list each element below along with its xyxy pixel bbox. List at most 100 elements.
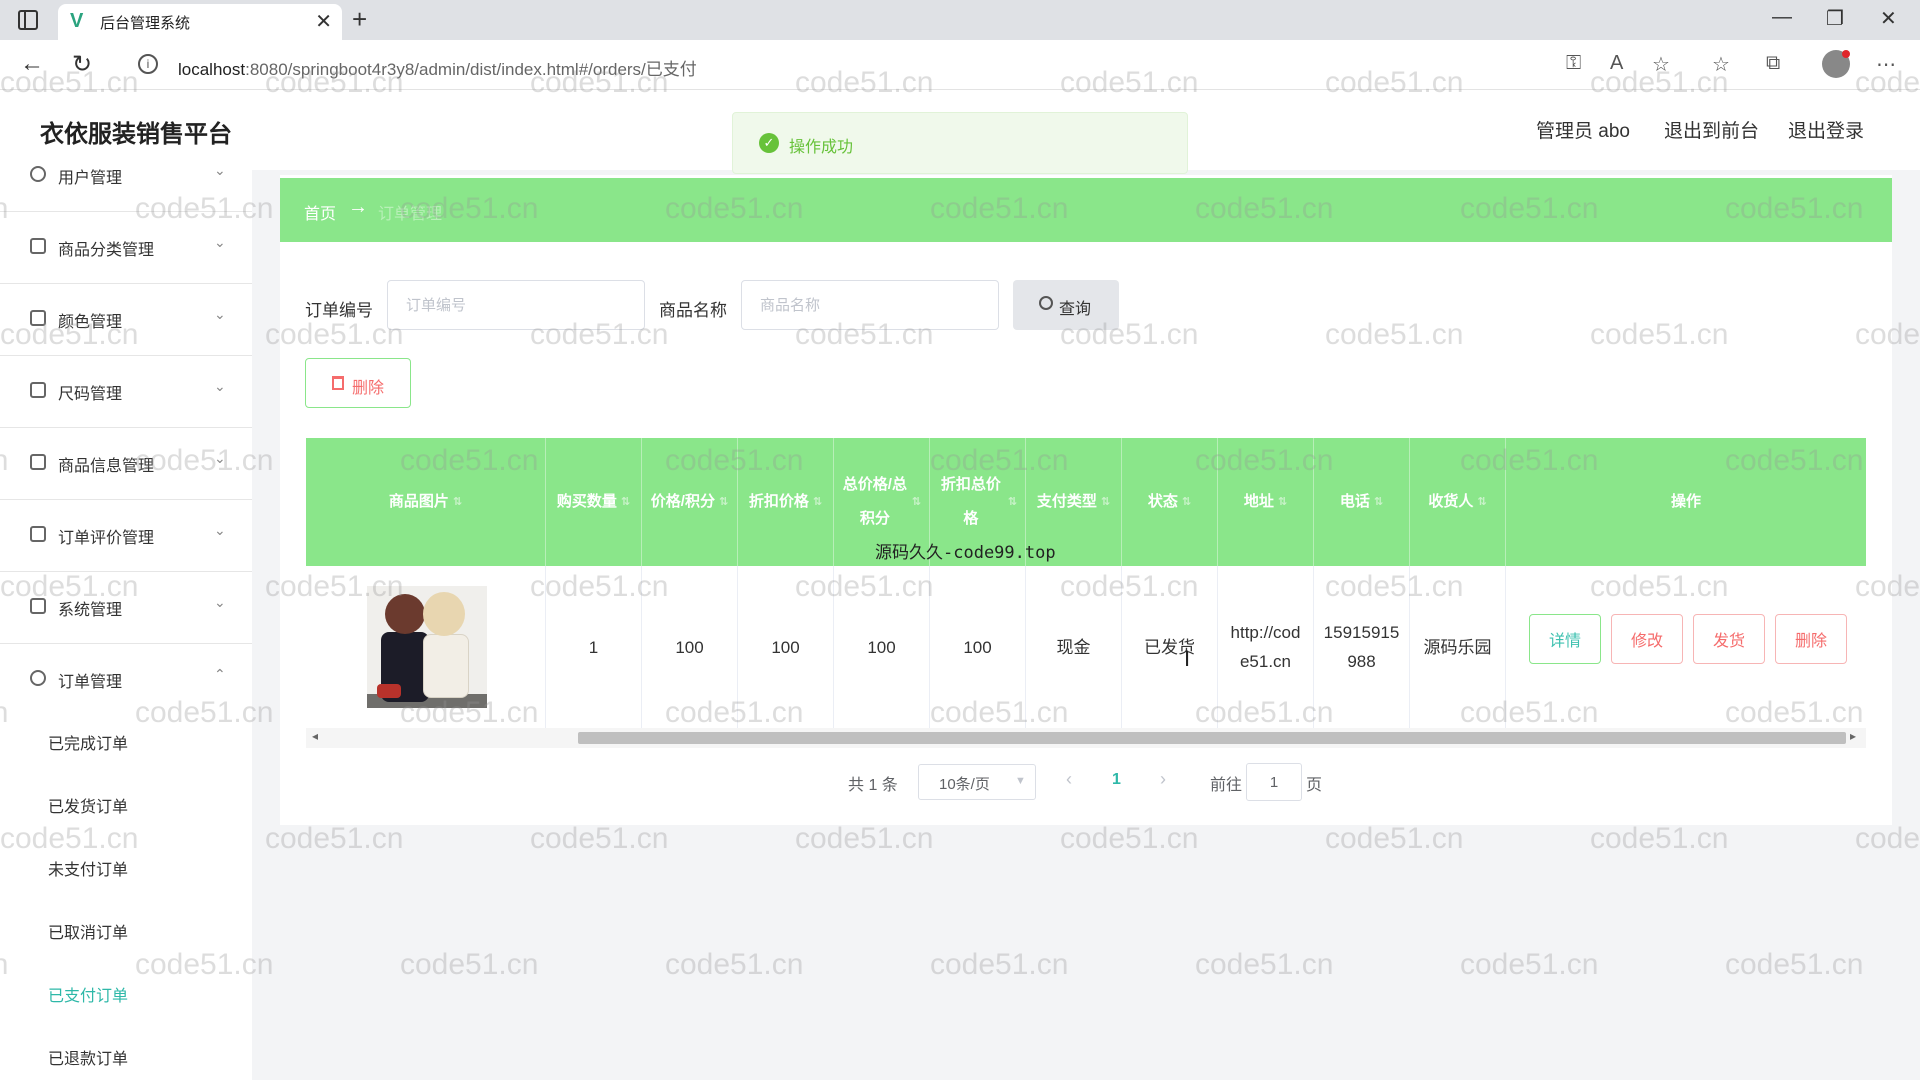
logout-link[interactable]: 退出登录 xyxy=(1788,116,1864,143)
prev-page-icon[interactable]: ‹ xyxy=(1066,769,1072,790)
new-tab-icon[interactable]: + xyxy=(352,4,367,35)
chevron-down-icon: ⌄ xyxy=(214,522,226,538)
page-size-select[interactable]: 10条/页 ▼ xyxy=(918,764,1036,800)
sidebar-subitem-completed[interactable]: 已完成订单 xyxy=(48,730,128,754)
sidebar-item-size[interactable]: 尺码管理 ⌄ xyxy=(0,356,252,428)
delete-row-button[interactable]: 删除 xyxy=(1775,614,1847,664)
window-close-icon[interactable]: ✕ xyxy=(1880,6,1897,31)
scroll-left-icon[interactable]: ◂ xyxy=(312,729,318,743)
favorites-icon[interactable]: ☆ xyxy=(1712,52,1730,77)
sidebar-item-review[interactable]: 订单评价管理 ⌄ xyxy=(0,500,252,572)
watermark-text: code51.cn xyxy=(665,948,804,981)
exit-to-front-link[interactable]: 退出到前台 xyxy=(1664,116,1759,143)
read-aloud-icon[interactable]: A xyxy=(1610,52,1623,75)
watermark-text: code51.cn xyxy=(1325,822,1464,855)
sidebar-subitem-cancelled[interactable]: 已取消订单 xyxy=(48,919,128,943)
more-icon[interactable]: ⋯ xyxy=(1876,52,1896,77)
sidebar-item-label: 颜色管理 xyxy=(58,314,123,331)
trash-icon xyxy=(332,376,344,390)
sidebar-item-label: 尺码管理 xyxy=(58,386,123,403)
watermark-text: code51.cn xyxy=(930,948,1069,981)
chevron-down-icon: ⌄ xyxy=(214,594,226,610)
watermark-text: code51.cn xyxy=(1855,822,1920,855)
goto-page-input[interactable] xyxy=(1246,763,1302,801)
sidebar-subitem-paid[interactable]: 已支付订单 xyxy=(48,982,128,1006)
toast-message: 操作成功 xyxy=(789,139,854,156)
sidebar-item-color[interactable]: 颜色管理 ⌄ xyxy=(0,284,252,356)
th-receiver[interactable]: 收货人 ⇅ xyxy=(1410,438,1506,566)
ship-button[interactable]: 发货 xyxy=(1693,614,1765,664)
th-actions: 操作 xyxy=(1670,493,1701,510)
sidebar: 用户管理 ⌄ 商品分类管理 ⌄ 颜色管理 ⌄ 尺码管理 ⌄ 商品信息管理 ⌄ 订… xyxy=(0,162,252,1080)
th-quantity[interactable]: 购买数量 ⇅ xyxy=(546,438,642,566)
th-discount-price[interactable]: 折扣价格 ⇅ xyxy=(738,438,834,566)
detail-button[interactable]: 详情 xyxy=(1529,614,1601,664)
table-horizontal-scrollbar[interactable]: ◂ ▸ xyxy=(306,728,1866,748)
refresh-icon[interactable]: ↻ xyxy=(72,50,92,79)
key-icon[interactable]: ⚿ xyxy=(1566,52,1581,75)
th-address[interactable]: 地址 ⇅ xyxy=(1218,438,1314,566)
text-cursor-icon: I xyxy=(1184,646,1191,671)
minimize-icon[interactable]: — xyxy=(1772,6,1792,29)
sidebar-item-users[interactable]: 用户管理 ⌄ xyxy=(0,140,252,212)
breadcrumb-arrow-icon: → xyxy=(348,196,368,218)
vue-favicon-icon: V xyxy=(70,10,84,32)
goto-label: 前往 xyxy=(1210,777,1243,794)
batch-delete-label: 删除 xyxy=(352,380,385,397)
order-no-input[interactable] xyxy=(387,280,645,330)
cell-product-image xyxy=(306,566,546,728)
table-header: 商品图片 ⇅ 购买数量 ⇅ 价格/积分 ⇅ 折扣价格 ⇅ 总价格/总积分 ⇅ 折扣总价格 ⇅… xyxy=(306,438,1866,566)
back-icon[interactable]: ← xyxy=(20,50,44,78)
next-page-icon[interactable]: › xyxy=(1160,769,1166,790)
list-icon xyxy=(30,598,46,614)
query-button[interactable]: 查询 xyxy=(1013,280,1119,330)
sidebar-item-product-info[interactable]: 商品信息管理 ⌄ xyxy=(0,428,252,500)
sidebar-subitem-refunded[interactable]: 已退款订单 xyxy=(48,1045,128,1069)
tab-actions-icon[interactable] xyxy=(18,10,38,30)
th-product-image[interactable]: 商品图片 ⇅ xyxy=(306,438,546,566)
cell-address: http://code51.cn xyxy=(1218,566,1314,728)
product-name-input[interactable] xyxy=(741,280,999,330)
watermark-text: code51.cn xyxy=(530,822,669,855)
goto-unit: 页 xyxy=(1306,777,1323,794)
sidebar-item-label: 订单管理 xyxy=(58,674,123,691)
cell-quantity: 1 xyxy=(546,566,642,728)
page-size-value: 10条/页 xyxy=(939,776,990,793)
th-phone[interactable]: 电话 ⇅ xyxy=(1314,438,1410,566)
page-number-current[interactable]: 1 xyxy=(1112,771,1121,789)
edit-button[interactable]: 修改 xyxy=(1611,614,1683,664)
sidebar-item-system[interactable]: 系统管理 ⌄ xyxy=(0,572,252,644)
scroll-right-icon[interactable]: ▸ xyxy=(1850,729,1856,743)
watermark-text: code51.cn xyxy=(1060,822,1199,855)
scroll-thumb[interactable] xyxy=(578,732,1846,744)
collections-icon[interactable]: ⧉ xyxy=(1766,52,1780,75)
cell-price: 100 xyxy=(642,566,738,728)
sidebar-item-orders[interactable]: 订单管理 ⌃ xyxy=(0,644,252,716)
address-bar[interactable]: i localhost:8080/springboot4r3y8/admin/d… xyxy=(122,46,1692,84)
batch-delete-button[interactable]: 删除 xyxy=(305,358,411,408)
sidebar-item-category[interactable]: 商品分类管理 ⌄ xyxy=(0,212,252,284)
th-status[interactable]: 状态 ⇅ xyxy=(1122,438,1218,566)
product-image xyxy=(367,586,487,708)
breadcrumb: 首页 → 订单管理 xyxy=(280,178,1892,242)
browser-tab[interactable]: V 后台管理系统 ✕ xyxy=(58,4,342,40)
browser-tabbar: V 后台管理系统 ✕ + — ❐ ✕ xyxy=(0,0,1920,40)
sidebar-item-label: 商品信息管理 xyxy=(58,458,155,475)
chevron-down-icon: ⌄ xyxy=(214,378,226,394)
breadcrumb-home[interactable]: 首页 xyxy=(304,200,336,224)
cell-discount-price: 100 xyxy=(738,566,834,728)
th-price[interactable]: 价格/积分 ⇅ xyxy=(642,438,738,566)
current-user: 管理员 abo xyxy=(1536,121,1630,142)
picture-icon xyxy=(30,454,46,470)
url-text: localhost:8080/springboot4r3y8/admin/dis… xyxy=(178,60,697,79)
watermark-text: code51.cn xyxy=(1460,948,1599,981)
watermark-text: code51.cn xyxy=(1725,948,1864,981)
add-favorite-icon[interactable]: ☆ xyxy=(1652,52,1670,77)
sidebar-subitem-unpaid[interactable]: 未支付订单 xyxy=(48,856,128,880)
watermark-text: code51.cn xyxy=(1195,948,1334,981)
category-icon xyxy=(30,238,46,254)
site-info-icon[interactable]: i xyxy=(138,54,158,74)
sidebar-subitem-shipped[interactable]: 已发货订单 xyxy=(48,793,128,817)
close-tab-icon[interactable]: ✕ xyxy=(315,9,332,34)
restore-icon[interactable]: ❐ xyxy=(1826,6,1844,31)
